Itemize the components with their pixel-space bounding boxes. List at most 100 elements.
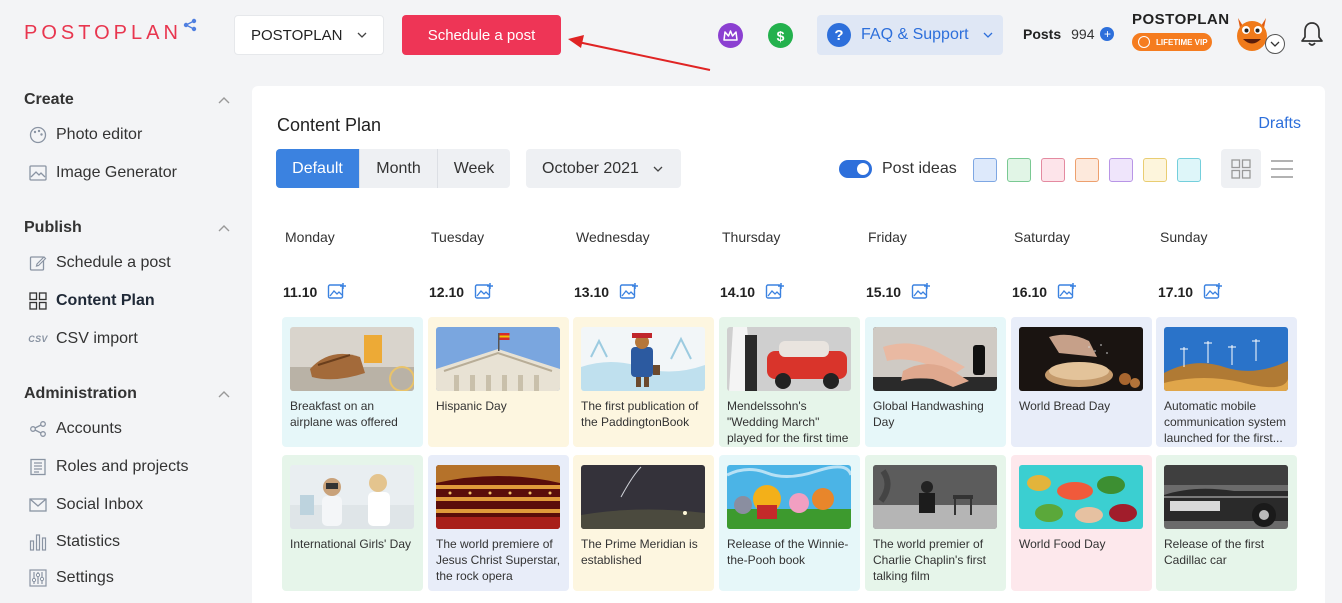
sidebar-item-settings[interactable]: Settings (28, 567, 114, 589)
date-label: 13.10 (574, 284, 610, 300)
date-label: 16.10 (1012, 284, 1048, 300)
post-idea-card[interactable]: World Food Day (1011, 455, 1152, 591)
bell-icon[interactable] (1299, 20, 1325, 48)
post-thumbnail (290, 465, 414, 529)
post-idea-card[interactable]: Breakfast on an airplane was offered (282, 317, 423, 447)
add-image-icon[interactable] (765, 282, 785, 302)
chevron-down-icon (1270, 41, 1280, 47)
add-image-icon[interactable] (619, 282, 639, 302)
faq-support-dropdown[interactable]: ? FAQ & Support (817, 15, 1003, 55)
tab-month[interactable]: Month (360, 149, 438, 188)
day-header: Sunday (1160, 229, 1208, 245)
grid-view-button[interactable] (1221, 149, 1261, 188)
add-image-icon[interactable] (474, 282, 494, 302)
add-posts-icon[interactable]: + (1100, 27, 1115, 41)
post-idea-card[interactable]: The world premiere of Jesus Christ Super… (428, 455, 569, 591)
color-filter-blue[interactable] (973, 158, 997, 182)
post-caption: Automatic mobile communication system la… (1164, 399, 1287, 445)
post-thumbnail (581, 465, 705, 529)
post-idea-card[interactable]: International Girls' Day (282, 455, 423, 591)
list-view-icon[interactable] (1270, 158, 1294, 180)
project-select-label: POSTOPLAN (251, 26, 343, 44)
account-name: POSTOPLAN (1132, 11, 1230, 28)
sidebar-section-publish[interactable]: Publish (24, 219, 82, 237)
sidebar-item-statistics[interactable]: Statistics (28, 531, 120, 553)
crown-badge-icon (1138, 36, 1150, 48)
post-caption: Global Handwashing Day (873, 399, 984, 429)
sidebar-item-label: Social Inbox (56, 496, 144, 513)
post-caption: The world premiere of Jesus Christ Super… (436, 537, 561, 583)
crown-icon[interactable] (718, 23, 743, 48)
chevron-down-icon (983, 32, 993, 38)
post-ideas-toggle[interactable] (839, 160, 872, 178)
sidebar-item-schedule-post[interactable]: Schedule a post (28, 252, 171, 274)
color-filter-cyan[interactable] (1177, 158, 1201, 182)
grid-icon (28, 291, 48, 311)
sidebar-item-label: CSV import (56, 330, 138, 347)
schedule-post-button[interactable]: Schedule a post (402, 15, 561, 55)
post-thumbnail (436, 465, 560, 529)
post-caption: The first publication of the PaddingtonB… (581, 399, 699, 429)
add-image-icon[interactable] (911, 282, 931, 302)
post-thumbnail (873, 327, 997, 391)
post-idea-card[interactable]: Release of the first Cadillac car (1156, 455, 1297, 591)
sidebar: Create Photo editor Image Generator Publ… (0, 70, 252, 603)
account-menu-toggle[interactable] (1265, 34, 1285, 54)
sidebar-section-create[interactable]: Create (24, 91, 74, 109)
post-idea-card[interactable]: The first publication of the PaddingtonB… (573, 317, 714, 447)
palette-icon (28, 125, 48, 145)
share-logo-icon (183, 18, 197, 32)
sidebar-section-administration[interactable]: Administration (24, 385, 137, 403)
post-thumbnail (1164, 465, 1288, 529)
post-idea-card[interactable]: Automatic mobile communication system la… (1156, 317, 1297, 447)
sidebar-item-roles-projects[interactable]: Roles and projects (28, 456, 189, 478)
post-thumbnail (1164, 327, 1288, 391)
color-filter-yellow[interactable] (1143, 158, 1167, 182)
post-idea-card[interactable]: World Bread Day (1011, 317, 1152, 447)
add-image-icon[interactable] (327, 282, 347, 302)
dollar-icon[interactable]: $ (768, 23, 793, 48)
sidebar-item-photo-editor[interactable]: Photo editor (28, 124, 142, 146)
sidebar-item-label: Statistics (56, 533, 121, 550)
color-filter-pink[interactable] (1041, 158, 1065, 182)
bar-chart-icon (28, 532, 48, 552)
tab-week[interactable]: Week (438, 149, 510, 188)
post-idea-card[interactable]: Hispanic Day (428, 317, 569, 447)
sidebar-item-csv-import[interactable]: CSV CSV import (28, 328, 138, 350)
day-date: 11.10 (283, 282, 347, 302)
color-filter-green[interactable] (1007, 158, 1031, 182)
chevron-up-icon[interactable] (218, 96, 230, 104)
chevron-up-icon[interactable] (218, 224, 230, 232)
add-image-icon[interactable] (1203, 282, 1223, 302)
chevron-up-icon[interactable] (218, 390, 230, 398)
color-filter-orange[interactable] (1075, 158, 1099, 182)
mail-icon (28, 495, 48, 515)
day-date: 17.10 (1158, 282, 1223, 302)
logo[interactable]: POSTOPLAN (24, 22, 182, 45)
date-label: 14.10 (720, 284, 756, 300)
post-idea-card[interactable]: The Prime Meridian is established (573, 455, 714, 591)
posts-counter: Posts 994 + (1023, 26, 1115, 42)
project-select[interactable]: POSTOPLAN (234, 15, 384, 55)
drafts-link[interactable]: Drafts (1258, 115, 1301, 133)
post-caption: World Food Day (1019, 537, 1106, 551)
sidebar-item-social-inbox[interactable]: Social Inbox (28, 494, 143, 516)
post-idea-card[interactable]: Mendelssohn's "Wedding March" played for… (719, 317, 860, 447)
sidebar-item-image-generator[interactable]: Image Generator (28, 162, 177, 184)
vip-badge: LIFETIME VIP (1132, 33, 1212, 51)
posts-label: Posts (1023, 26, 1062, 42)
post-thumbnail (436, 327, 560, 391)
sidebar-item-accounts[interactable]: Accounts (28, 418, 122, 440)
share-icon (28, 419, 48, 439)
month-select[interactable]: October 2021 (526, 149, 681, 188)
color-filter-purple[interactable] (1109, 158, 1133, 182)
question-icon: ? (827, 23, 851, 47)
sidebar-item-content-plan[interactable]: Content Plan (28, 290, 155, 312)
tab-default[interactable]: Default (276, 149, 360, 188)
post-idea-card[interactable]: Global Handwashing Day (865, 317, 1006, 447)
csv-icon: CSV (28, 329, 48, 349)
post-idea-card[interactable]: The world premier of Charlie Chaplin's f… (865, 455, 1006, 591)
add-image-icon[interactable] (1057, 282, 1077, 302)
chevron-down-icon (653, 166, 663, 172)
post-idea-card[interactable]: Release of the Winnie-the-Pooh book (719, 455, 860, 591)
